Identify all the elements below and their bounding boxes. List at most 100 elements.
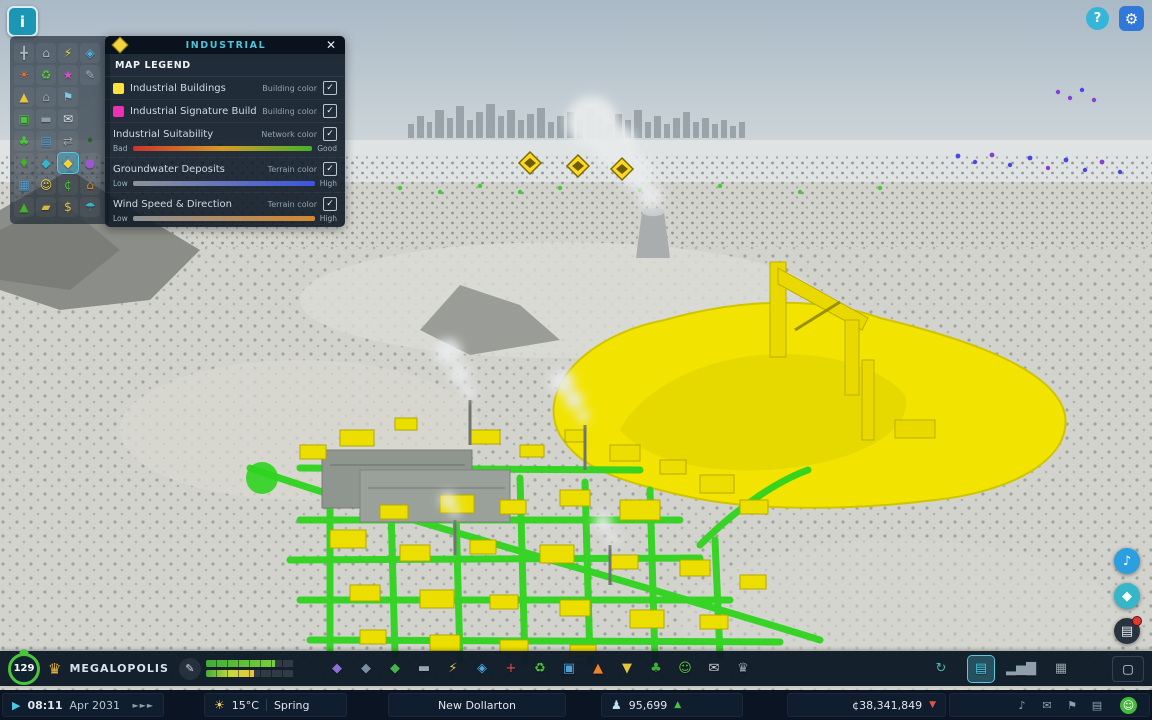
side-buttons: ♪ ◆ ▤ — [1114, 548, 1140, 644]
commercial-infoview-button[interactable]: ⌂ — [80, 175, 100, 195]
progression-cluster: 129 ♛ MEGALOPOLIS ✎ — [0, 653, 310, 685]
buildings-infoview-button[interactable]: ⌂ — [36, 43, 56, 63]
fishing-infoview-button[interactable]: ◆ — [36, 153, 56, 173]
nature-infoview-button[interactable]: ▲ — [14, 197, 34, 217]
time-controls-segment: ▶ 08:11 Apr 2031 ►►► — [2, 693, 164, 717]
entertainment-infoview-button[interactable]: ★ — [58, 65, 78, 85]
settings-button[interactable]: ⚙ — [1119, 6, 1144, 31]
progress-widget[interactable]: ✎ — [179, 658, 294, 680]
season-label: Spring — [274, 699, 310, 712]
roads-infoview-button[interactable]: ╋ — [14, 43, 34, 63]
legend-gradient-row: LowHigh — [113, 179, 337, 188]
help-button[interactable]: ? — [1086, 7, 1109, 30]
unlock-alert-button[interactable]: ◆ — [1114, 583, 1140, 609]
water-resources-infoview-button[interactable]: ▤ — [36, 131, 56, 151]
communications-button[interactable]: ✉ — [701, 656, 727, 682]
administration-infoview-button[interactable]: ⌂ — [36, 87, 56, 107]
legend-checkbox[interactable]: ✓ — [323, 197, 337, 211]
legend-gradient-bar — [133, 216, 315, 221]
legend-label: Industrial Buildings — [130, 83, 256, 94]
forestry-infoview-button[interactable]: ♦ — [14, 153, 34, 173]
play-pause-button[interactable]: ▶ — [12, 699, 20, 712]
infoviews-button[interactable]: ▤ — [968, 656, 994, 682]
communications-infoview-button[interactable]: ✉ — [58, 109, 78, 129]
photo-mode-button[interactable]: ▢ — [1112, 656, 1144, 682]
education-button[interactable]: ▣ — [556, 656, 582, 682]
infoview-grid-row: ▣▬✉ — [14, 109, 106, 129]
trade-infoview-button[interactable]: ⇄ — [58, 131, 78, 151]
statistics-button[interactable]: ▂▅▇ — [1008, 656, 1034, 682]
legend-type-label: Terrain color — [268, 200, 317, 209]
electricity-button[interactable]: ⚡ — [440, 656, 466, 682]
money-segment[interactable]: ¢38,341,849 ▼ — [787, 693, 946, 717]
infoview-grid-row: ▲⌂⚑ — [14, 87, 106, 107]
map-tiles-button[interactable]: ▦ — [1048, 656, 1074, 682]
water-sewage-button[interactable]: ◈ — [469, 656, 495, 682]
weather-icon: ☀ — [214, 698, 225, 712]
traffic-infoview-button[interactable]: ▬ — [36, 109, 56, 129]
money-value: ¢38,341,849 — [852, 699, 922, 712]
radio-button[interactable]: ♪ — [1014, 699, 1030, 712]
industrial-infoview-button[interactable]: ◆ — [58, 153, 78, 173]
residential-infoview-button[interactable]: ▦ — [14, 175, 34, 195]
legend-checkbox[interactable]: ✓ — [323, 162, 337, 176]
wealth-infoview-button[interactable]: $ — [58, 197, 78, 217]
main-toolbar: 129 ♛ MEGALOPOLIS ✎ ◆◆◆▬⚡◈+♻▣▲▼♣☺✉♛ ↻▤▂▅… — [0, 651, 1152, 686]
legend-max-label: High — [320, 214, 337, 223]
monuments-button[interactable]: ♛ — [730, 656, 756, 682]
water-infoview-button[interactable]: ◈ — [80, 43, 100, 63]
population-segment[interactable]: ♟ 95,699 ▲ — [601, 693, 743, 717]
mining-infoview-button[interactable]: ▰ — [36, 197, 56, 217]
parks-recreation-button[interactable]: ♣ — [643, 656, 669, 682]
info-button[interactable]: i — [7, 6, 38, 37]
mail-button[interactable]: ✉ — [1039, 699, 1055, 712]
legend-type-label: Network color — [261, 130, 317, 139]
happiness-infoview-button[interactable]: ☺ — [36, 175, 56, 195]
signature-areas-button[interactable]: ◆ — [353, 656, 379, 682]
fire-rescue-button[interactable]: ▲ — [585, 656, 611, 682]
economy-infoview-button[interactable]: ¢ — [58, 175, 78, 195]
electricity-infoview-button[interactable]: ⚡ — [58, 43, 78, 63]
legend-label: Industrial Suitability — [113, 129, 255, 140]
chirper-button[interactable]: ♪ — [1114, 548, 1140, 574]
roads-button[interactable]: ▬ — [411, 656, 437, 682]
tourism-infoview-button[interactable]: ☂ — [80, 197, 100, 217]
milestone-label: MEGALOPOLIS — [69, 662, 168, 675]
infoview-grid-row: ♦◆◆● — [14, 153, 106, 173]
close-button[interactable]: ✕ — [326, 39, 336, 51]
garbage-infoview-button[interactable]: ♻ — [36, 65, 56, 85]
pollution-infoview-button[interactable]: ☀ — [14, 65, 34, 85]
vegetation-button[interactable]: ◆ — [382, 656, 408, 682]
legend-row: Industrial Signature BuildingsBuilding c… — [105, 100, 345, 123]
citizens-button[interactable]: ☺ — [672, 656, 698, 682]
happiness-indicator[interactable]: ☺ — [1120, 697, 1137, 714]
simulation-speed-button[interactable]: ►►► — [133, 701, 154, 710]
legend-label: Wind Speed & Direction — [113, 199, 262, 210]
economy-panel-button[interactable]: ↻ — [928, 656, 954, 682]
unique-buildings-infoview-button[interactable]: ● — [80, 153, 100, 173]
xp-level-badge[interactable]: 129 — [8, 653, 40, 685]
garbage-button[interactable]: ♻ — [527, 656, 553, 682]
legend-checkbox[interactable]: ✓ — [323, 127, 337, 141]
top-right-buttons: ? ⚙ — [1086, 6, 1144, 31]
farming-infoview-button[interactable]: ♣ — [14, 131, 34, 151]
lifepath-button[interactable]: ▤ — [1089, 699, 1105, 712]
healthcare-button[interactable]: + — [498, 656, 524, 682]
wind-infoview-button[interactable]: ⚑ — [58, 87, 78, 107]
legend-color-swatch — [113, 106, 124, 117]
legend-gradient-row: LowHigh — [113, 214, 337, 223]
trophy-icon[interactable]: ♛ — [48, 660, 61, 678]
zones-button[interactable]: ◆ — [324, 656, 350, 682]
city-name-segment[interactable]: New Dollarton — [388, 693, 566, 717]
police-button[interactable]: ▼ — [614, 656, 640, 682]
terrain-infoview-button[interactable]: ✎ — [80, 65, 100, 85]
legend-row: Industrial SuitabilityNetwork color✓BadG… — [105, 123, 345, 158]
legend-checkbox[interactable]: ✓ — [323, 81, 337, 95]
legend-max-label: Good — [317, 144, 337, 153]
legend-checkbox[interactable]: ✓ — [323, 104, 337, 118]
welfare-infoview-button[interactable]: ▲ — [14, 87, 34, 107]
alerts-button[interactable]: ⚑ — [1064, 699, 1080, 712]
transit-infoview-button[interactable]: ▣ — [14, 109, 34, 129]
legend-row: Groundwater DepositsTerrain color✓LowHig… — [105, 158, 345, 193]
journal-button[interactable]: ▤ — [1114, 618, 1140, 644]
